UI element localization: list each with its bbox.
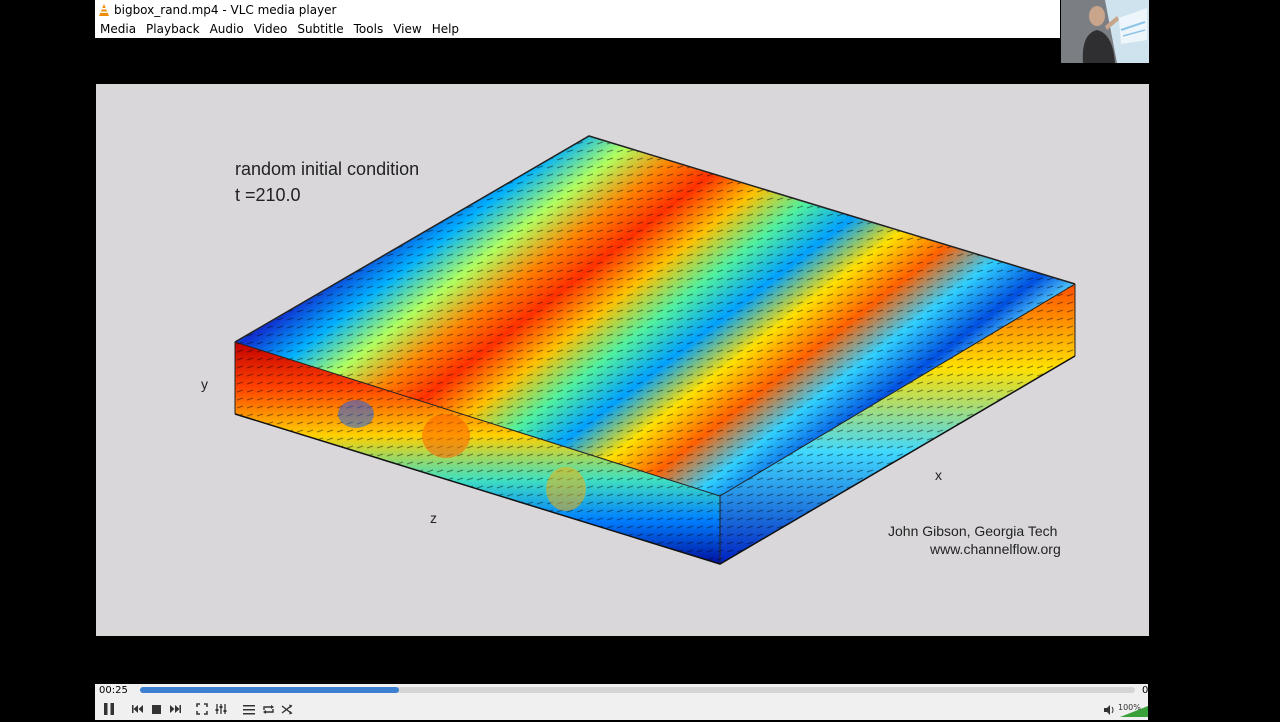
vlc-cone-icon: [99, 3, 109, 16]
axis-label-y: y: [201, 376, 208, 392]
shuffle-icon: [281, 704, 293, 714]
pause-button[interactable]: [99, 700, 119, 718]
pause-icon: [104, 703, 114, 715]
total-time: 0: [1142, 685, 1149, 696]
shuffle-button[interactable]: [279, 700, 295, 718]
fullscreen-icon: [196, 703, 208, 715]
axis-label-z: z: [430, 510, 437, 526]
menu-playback[interactable]: Playback: [141, 22, 205, 36]
caption-title: random initial condition: [235, 159, 420, 179]
playlist-button[interactable]: [241, 700, 257, 718]
credit-author: John Gibson, Georgia Tech: [888, 523, 1058, 539]
menu-bar: Media Playback Audio Video Subtitle Tool…: [95, 19, 1060, 38]
loop-icon: [262, 704, 274, 714]
window-title: bigbox_rand.mp4 - VLC media player: [114, 2, 337, 17]
menu-tools[interactable]: Tools: [349, 22, 389, 36]
presenter-webcam: [1061, 0, 1149, 63]
seek-progress: [140, 687, 399, 693]
menu-audio[interactable]: Audio: [205, 22, 249, 36]
loop-button[interactable]: [260, 700, 276, 718]
menu-media[interactable]: Media: [95, 22, 141, 36]
elapsed-time: 00:25: [99, 685, 128, 696]
stop-button[interactable]: [149, 700, 163, 718]
menu-video[interactable]: Video: [249, 22, 293, 36]
stop-icon: [151, 704, 161, 714]
menu-subtitle[interactable]: Subtitle: [292, 22, 348, 36]
next-button[interactable]: [167, 700, 183, 718]
volume-percent: 100%: [1118, 703, 1141, 712]
seek-bar[interactable]: [140, 687, 1135, 693]
caption-time: t =210.0: [235, 185, 301, 205]
title-bar: bigbox_rand.mp4 - VLC media player: [95, 0, 1060, 19]
axis-label-x: x: [935, 467, 942, 483]
next-icon: [170, 705, 181, 713]
playlist-icon: [243, 704, 255, 714]
menu-help[interactable]: Help: [427, 22, 464, 36]
fullscreen-button[interactable]: [194, 700, 210, 718]
credit-url: www.channelflow.org: [930, 541, 1061, 557]
previous-button[interactable]: [130, 700, 146, 718]
extended-settings-icon: [215, 704, 227, 714]
webcam-image: [1061, 0, 1149, 63]
video-display[interactable]: random initial condition t =210.0 y z x …: [96, 84, 1149, 636]
menu-view[interactable]: View: [388, 22, 426, 36]
extended-settings-button[interactable]: [213, 700, 229, 718]
previous-icon: [132, 705, 143, 713]
